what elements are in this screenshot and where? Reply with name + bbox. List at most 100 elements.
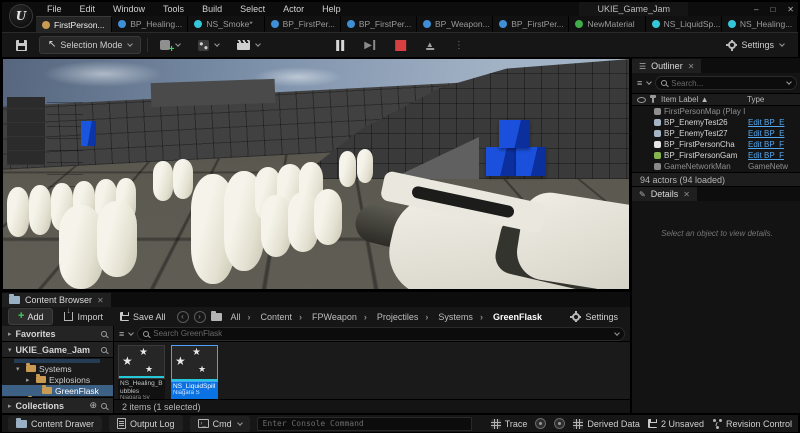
content-drawer-button[interactable]: Content Drawer [8,416,102,432]
trace-button[interactable]: Trace [491,419,528,429]
outliner-row[interactable]: BP_EnemyTest26 Edit BP_E [632,117,800,128]
breadcrumb-item[interactable]: FPWeapon [308,312,371,322]
close-icon[interactable]: ✕ [688,62,695,71]
stop-button[interactable] [389,37,412,54]
save-all-button[interactable]: Save All [114,309,172,325]
console-command-box[interactable] [257,417,472,431]
tree-item[interactable]: GreenFlask [2,385,113,396]
cinematics-dropdown[interactable] [231,37,266,53]
path-root-header[interactable]: ▾ UKIE_Game_Jam [2,342,113,358]
outliner-row[interactable]: BP_EnemyTest27 Edit BP_E [632,128,800,139]
minimize-button[interactable]: – [754,5,758,14]
asset-tab[interactable]: BP_FirstPer... [341,16,417,32]
edit-blueprint-link[interactable]: Edit BP_E [748,129,800,138]
frame-skip-button[interactable]: ▶ [358,37,381,54]
pin-icon[interactable] [652,96,654,103]
expander-icon[interactable]: ▸ [26,376,33,384]
back-button[interactable]: ‹ [177,311,189,323]
column-type[interactable]: Type [747,95,797,104]
console-command-input[interactable] [263,419,466,428]
edit-blueprint-link[interactable]: GameNetw [748,162,800,171]
outliner-tab[interactable]: ☰ Outliner ✕ [632,59,701,73]
menu-item[interactable]: File [38,3,71,15]
asset-tab[interactable]: NS_Smoke* [188,16,264,32]
details-tab[interactable]: ✎ Details ✕ [632,187,697,201]
menu-item[interactable]: Window [104,3,154,15]
filter-icon[interactable]: ≡ [637,78,641,88]
menu-item[interactable]: Select [231,3,274,15]
asset-tab[interactable]: NewMaterial [569,16,645,32]
outliner-search-input[interactable] [671,79,781,88]
search-icon[interactable] [101,331,107,337]
eject-button[interactable]: ▲ [420,38,440,53]
asset-search-box[interactable] [137,327,625,341]
asset-tile[interactable]: ★ ★ ★ NS_Healing_Bubbles Niagara Sy [118,345,165,399]
play-options-button[interactable]: ⋮ [448,37,470,54]
add-button[interactable]: +Add [8,308,53,325]
selection-mode-dropdown[interactable]: ↖ Selection Mode [39,36,141,54]
close-button[interactable]: ✕ [787,5,794,14]
asset-tab[interactable]: NS_LiquidSp... [646,16,722,32]
edit-blueprint-link[interactable]: Edit BP_F [748,151,800,160]
search-icon[interactable] [101,347,107,353]
revision-control-button[interactable]: Revision Control [712,418,792,429]
filter-icon[interactable]: ≡ [119,329,123,339]
close-icon[interactable]: ✕ [97,296,104,305]
import-button[interactable]: Import [58,309,109,325]
breadcrumb-item[interactable]: Systems [434,312,487,322]
asset-tab[interactable]: BP_FirstPer... [493,16,569,32]
menu-item[interactable]: Actor [274,3,313,15]
viewport[interactable] [2,58,630,290]
expander-icon[interactable]: ▾ [16,365,23,373]
menu-item[interactable]: Edit [71,3,105,15]
content-browser-tab[interactable]: Content Browser ✕ [2,293,111,307]
viewport-settings-dropdown[interactable]: Settings [720,37,790,54]
outliner-search-box[interactable] [655,76,797,90]
asset-tab[interactable]: BP_Healing... [112,16,188,32]
edit-blueprint-link[interactable]: Edit BP_E [748,118,800,127]
close-icon[interactable]: ✕ [683,190,690,199]
asset-tab[interactable]: FirstPerson... [36,16,112,32]
pause-button[interactable] [330,37,350,54]
asset-tab[interactable]: BP_Weapon... [417,16,493,32]
derived-data-button[interactable]: Derived Data [573,419,640,429]
tree-item[interactable]: ▸ Explosions [2,374,113,385]
add-collection-icon[interactable]: ⊕ [89,400,97,411]
column-item-label[interactable]: Item Label ▲ [661,95,743,104]
asset-tab[interactable]: BP_FirstPer... [265,16,341,32]
asset-search-input[interactable] [153,329,609,338]
favorites-header[interactable]: ▸ Favorites [2,326,113,342]
breadcrumb-item[interactable]: Content [257,312,307,322]
menu-item[interactable]: Help [313,3,350,15]
blueprints-dropdown[interactable] [192,37,225,54]
asset-color-strip [119,376,164,378]
outliner-row[interactable]: BP_FirstPersonCha Edit BP_F [632,139,800,150]
tree-item[interactable]: ▾ Systems [2,363,113,374]
content-browser-settings[interactable]: Settings [564,308,624,325]
search-icon[interactable] [101,403,107,409]
outliner-row[interactable]: FirstPersonMap (Play In Editor) [632,106,800,117]
output-log-button[interactable]: Output Log [109,415,183,432]
asset-tab-bar: FirstPerson... BP_Healing... NS_Smoke* B… [2,16,798,32]
unsaved-button[interactable]: 2 Unsaved [648,419,704,429]
breadcrumb-item[interactable]: Projectiles [373,312,433,322]
menu-item[interactable]: Tools [154,3,193,15]
outliner-row[interactable]: BP_FirstPersonGam Edit BP_F [632,150,800,161]
maximize-button[interactable]: □ [770,5,775,14]
menu-item[interactable]: Build [193,3,231,15]
outliner-row[interactable]: GameNetworkMan GameNetw [632,161,800,172]
save-icon [16,40,27,51]
asset-tile[interactable]: ★ ★ ★ NS_LiquidSpill Niagara S [171,345,218,399]
add-actor-dropdown[interactable] [154,37,186,53]
eye-icon[interactable] [637,97,646,103]
trace-option-icon-2[interactable] [554,418,565,429]
collections-header[interactable]: ▸ Collections ⊕ [2,397,113,413]
forward-button[interactable]: › [194,311,206,323]
asset-tab[interactable]: NS_Healing... [722,16,798,32]
breadcrumb-item[interactable]: GreenFlask [489,312,546,322]
trace-option-icon-1[interactable] [535,418,546,429]
edit-blueprint-link[interactable]: Edit BP_F [748,140,800,149]
save-button[interactable] [10,37,33,54]
cmd-dropdown[interactable]: ›_ Cmd [190,416,250,432]
breadcrumb-item[interactable]: All [227,312,255,322]
